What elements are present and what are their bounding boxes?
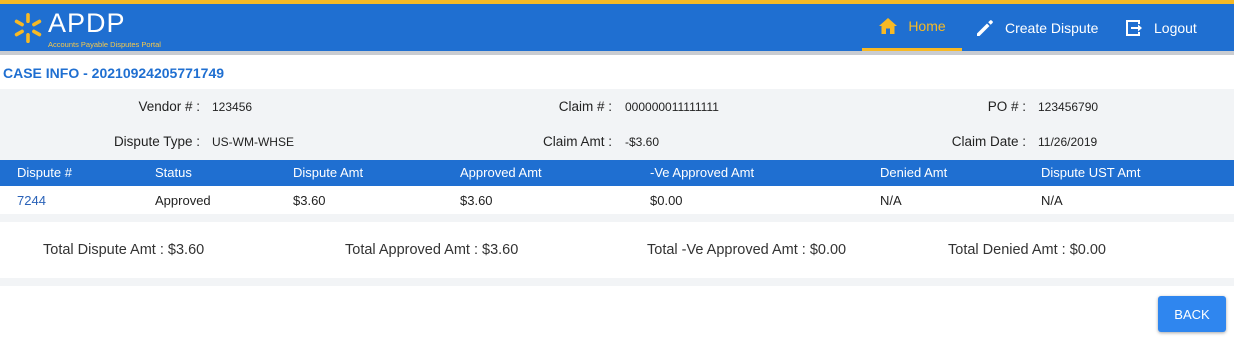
cell-denied-amt: N/A <box>880 193 902 208</box>
cell-ve-approved-amt: $0.00 <box>650 193 683 208</box>
home-icon <box>879 18 898 34</box>
claim-value: 000000011111111 <box>625 100 719 114</box>
totals-panel: Total Dispute Amt : $3.60 Total Approved… <box>0 222 1234 278</box>
pencil-icon <box>977 19 993 36</box>
po-value: 123456790 <box>1038 100 1099 114</box>
col-approved-amt[interactable]: Approved Amt <box>460 165 542 180</box>
nav-logout-label: Logout <box>1154 19 1197 36</box>
dispute-number-link[interactable]: 7244 <box>17 193 46 208</box>
nav-create-label: Create Dispute <box>1005 19 1099 36</box>
vendor-label: Vendor # : <box>138 99 200 114</box>
claim-label: Claim # : <box>558 99 612 114</box>
spark-icon <box>14 13 42 43</box>
dispute-type-label: Dispute Type : <box>113 134 200 149</box>
nav-create-dispute[interactable]: Create Dispute <box>975 4 1098 51</box>
cell-status: Approved <box>155 193 211 208</box>
logout-icon <box>1126 19 1142 36</box>
section-divider <box>0 214 1234 222</box>
cell-approved-amt: $3.60 <box>460 193 493 208</box>
col-dispute-ust-amt[interactable]: Dispute UST Amt <box>1041 165 1140 180</box>
col-status[interactable]: Status <box>155 165 192 180</box>
nav-logout[interactable]: Logout <box>1124 4 1197 51</box>
total-ve-approved-amt: Total -Ve Approved Amt : $0.00 <box>647 242 847 258</box>
case-info-panel: Vendor # : 123456 Claim # : 000000011111… <box>0 89 1234 160</box>
case-title: CASE INFO - 20210924205771749 <box>3 65 225 81</box>
cell-dispute-amt: $3.60 <box>293 193 326 208</box>
nav-home-label: Home <box>908 18 946 34</box>
vendor-value: 123456 <box>212 100 253 114</box>
back-button[interactable]: BACK <box>1158 296 1226 332</box>
nav-home[interactable]: Home <box>862 4 962 51</box>
topbar-divider <box>0 51 1234 55</box>
po-label: PO # : <box>987 99 1026 114</box>
total-approved-amt: Total Approved Amt : $3.60 <box>345 242 519 258</box>
brand-subtitle: Accounts Payable Disputes Portal <box>48 40 161 49</box>
col-dispute-amt[interactable]: Dispute Amt <box>293 165 363 180</box>
col-denied-amt[interactable]: Denied Amt <box>880 165 947 180</box>
claim-date-value: 11/26/2019 <box>1038 135 1098 149</box>
claim-date-label: Claim Date : <box>951 134 1026 149</box>
section-divider <box>0 278 1234 286</box>
col-ve-approved-amt[interactable]: -Ve Approved Amt <box>650 165 754 180</box>
total-dispute-amt: Total Dispute Amt : $3.60 <box>43 242 205 258</box>
claim-amt-value: -$3.60 <box>625 135 660 149</box>
dispute-table-header: Dispute # Status Dispute Amt Approved Am… <box>0 160 1234 186</box>
total-denied-amt: Total Denied Amt : $0.00 <box>948 242 1106 258</box>
cell-dispute-ust-amt: N/A <box>1041 193 1063 208</box>
brand-title: APDP <box>48 8 126 38</box>
table-row: 7244 Approved $3.60 $3.60 $0.00 N/A N/A <box>0 186 1234 214</box>
claim-amt-label: Claim Amt : <box>542 134 612 149</box>
col-dispute-number[interactable]: Dispute # <box>17 165 72 180</box>
dispute-type-value: US-WM-WHSE <box>212 135 294 149</box>
top-bar: APDP Accounts Payable Disputes Portal Ho… <box>0 0 1234 51</box>
